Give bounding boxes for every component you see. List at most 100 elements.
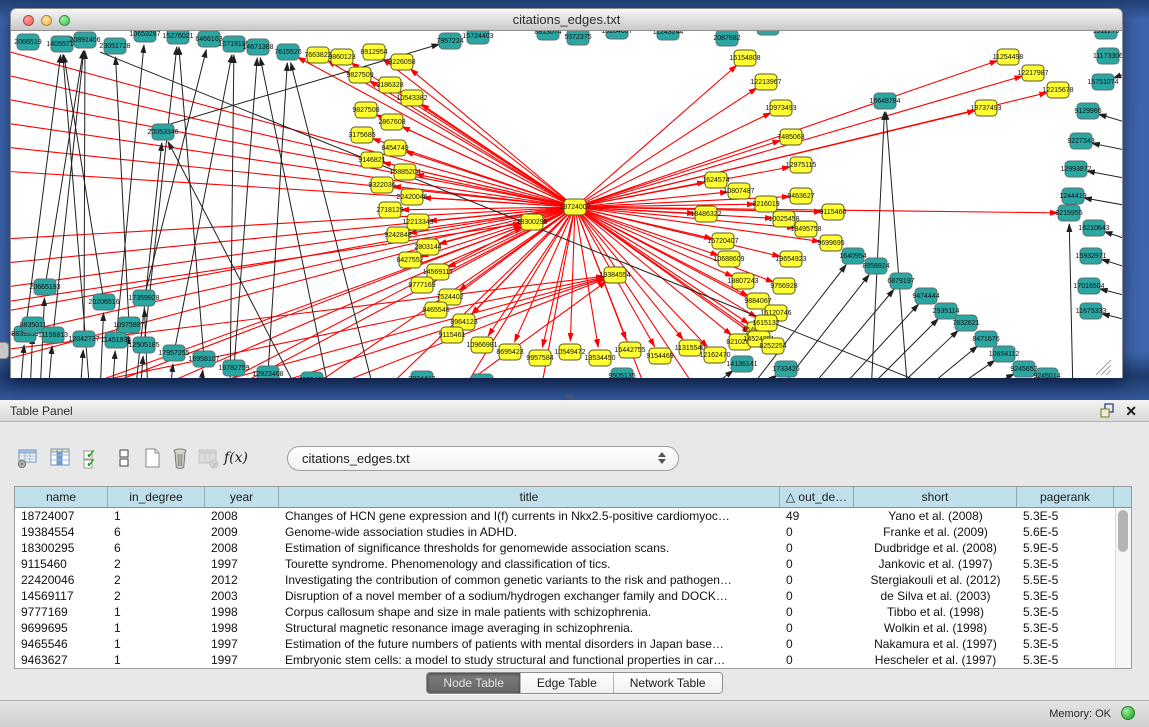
graph-node[interactable]: 17359928 (128, 290, 159, 306)
graph-node[interactable]: 15885204 (389, 164, 420, 180)
graph-node[interactable]: 18486322 (690, 206, 721, 222)
graph-node[interactable]: 9115460 (820, 204, 847, 220)
graph-node[interactable]: 9154469 (646, 348, 673, 364)
graph-node[interactable]: 11243244 (653, 31, 684, 40)
graph-node[interactable]: 19737493 (970, 100, 1001, 116)
table-cell[interactable]: Jankovic et al. (1997) (854, 556, 1017, 572)
table-cell[interactable]: 5.3E-5 (1017, 652, 1114, 668)
delete-table-button[interactable]: ✕ (194, 444, 222, 472)
graph-node[interactable]: 9115461 (439, 327, 466, 343)
graph-node[interactable]: 12993872 (1060, 161, 1091, 177)
graph-node[interactable]: 8958924 (862, 258, 889, 274)
graph-node[interactable]: 16648784 (869, 93, 900, 109)
graph-node[interactable]: 9474444 (912, 288, 939, 304)
table-cell[interactable]: Yano et al. (2008) (854, 508, 1017, 524)
table-cell[interactable]: 5.3E-5 (1017, 588, 1114, 604)
graph-node[interactable]: 19284607 (601, 31, 632, 39)
graph-node[interactable]: 1733426 (772, 361, 799, 377)
graph-node[interactable]: 2087682 (713, 31, 740, 46)
table-cell[interactable]: 2012 (205, 572, 279, 588)
create-column-button[interactable] (138, 444, 166, 472)
table-cell[interactable]: 22420046 (15, 572, 108, 588)
graph-node[interactable]: 10688609 (713, 251, 744, 267)
table-cell[interactable]: 0 (780, 540, 854, 556)
float-panel-icon[interactable] (1100, 403, 1115, 418)
graph-node[interactable]: 7632621 (952, 315, 979, 331)
graph-node[interactable]: 11675333 (1076, 303, 1107, 319)
graph-node[interactable]: 9146821 (358, 152, 385, 168)
table-cell[interactable]: Disruption of a novel member of a sodium… (279, 588, 780, 604)
tab-edge-table[interactable]: Edge Table (521, 673, 614, 693)
graph-node[interactable]: 15724403 (462, 31, 493, 44)
table-cell[interactable]: 2 (108, 588, 205, 604)
graph-node[interactable]: 10975887 (113, 317, 144, 333)
table-cell[interactable]: 0 (780, 636, 854, 652)
table-cell[interactable]: 0 (780, 620, 854, 636)
graph-node[interactable]: 2867608 (378, 114, 405, 130)
graph-node[interactable]: 9505135 (608, 368, 635, 378)
tab-node-table[interactable]: Node Table (427, 673, 521, 693)
table-row[interactable]: 946554611997Estimation of the future num… (15, 636, 1131, 652)
table-cell[interactable]: Hescheler et al. (1997) (854, 652, 1017, 668)
table-cell[interactable]: 6 (108, 540, 205, 556)
table-cell[interactable]: 9463627 (15, 652, 108, 668)
graph-node[interactable]: 2718129 (376, 202, 403, 218)
graph-node[interactable]: 15720407 (707, 233, 738, 249)
graph-node[interactable]: 18724007 (559, 199, 590, 215)
graph-node[interactable]: 9777169 (408, 277, 435, 293)
graph-node[interactable]: 15932971 (1075, 248, 1106, 264)
graph-node[interactable]: 14671388 (242, 39, 273, 55)
table-select-dropdown[interactable]: citations_edges.txt (287, 446, 679, 471)
table-cell[interactable]: Nakamura et al. (1997) (854, 636, 1017, 652)
graph-node[interactable]: 16154808 (729, 50, 760, 66)
table-cell[interactable]: 5.9E-5 (1017, 540, 1114, 556)
graph-node[interactable]: 8454749 (381, 140, 408, 156)
table-cell[interactable]: Estimation of the future numbers of pati… (279, 636, 780, 652)
column-header-in-degree[interactable]: in_degree (108, 487, 205, 507)
table-cell[interactable]: 1998 (205, 620, 279, 636)
table-cell[interactable]: 1 (108, 508, 205, 524)
graph-node[interactable]: 8186328 (376, 77, 403, 93)
graph-node[interactable]: 6879197 (887, 273, 914, 289)
graph-node[interactable]: 10543382 (396, 90, 427, 106)
table-row[interactable]: 977716911998Corpus callosum shape and si… (15, 604, 1131, 620)
table-cell[interactable]: 6 (108, 524, 205, 540)
table-cell[interactable]: Structural magnetic resonance image aver… (279, 620, 780, 636)
graph-node[interactable]: 9827509 (346, 67, 373, 83)
table-cell[interactable]: Dudbridge et al. (2008) (854, 540, 1017, 556)
table-cell[interactable]: de Silva et al. (2003) (854, 588, 1017, 604)
resize-grip-icon[interactable] (1101, 365, 1111, 375)
table-row[interactable]: 1938455462009Genome-wide association stu… (15, 524, 1131, 540)
vertical-scrollbar[interactable] (1115, 508, 1131, 668)
table-cell[interactable]: Investigating the contribution of common… (279, 572, 780, 588)
graph-node[interactable]: 17016504 (1073, 278, 1104, 294)
graph-node[interactable]: 1615132 (752, 315, 779, 331)
table-row[interactable]: 1830029562008Estimation of significance … (15, 540, 1131, 556)
table-cell[interactable]: 2 (108, 556, 205, 572)
graph-node[interactable]: 9756928 (770, 278, 797, 294)
graph-node[interactable]: 8471676 (972, 331, 999, 347)
graph-node[interactable]: 11254498 (993, 49, 1024, 65)
table-cell[interactable]: 1 (108, 636, 205, 652)
graph-node[interactable]: 1640954 (839, 248, 866, 264)
network-view-window[interactable]: citations_edges.txt 20665191405571420891… (10, 8, 1123, 378)
select-visible-columns-button[interactable]: ✓✓ (78, 444, 106, 472)
column-header-pagerank[interactable]: pagerank (1017, 487, 1114, 507)
table-cell[interactable]: 1 (108, 620, 205, 636)
graph-node[interactable]: 19245578 (752, 31, 783, 35)
graph-node[interactable]: 9957584 (526, 350, 553, 366)
graph-node[interactable]: 7957224 (436, 33, 463, 49)
graph-node[interactable]: 8252254 (759, 338, 786, 354)
table-row[interactable]: 1872400712008Changes of HCN gene express… (15, 508, 1131, 524)
graph-node[interactable]: 16782759 (218, 360, 249, 376)
table-cell[interactable]: 9699695 (15, 620, 108, 636)
table-row[interactable]: 1456911722003Disruption of a novel membe… (15, 588, 1131, 604)
table-cell[interactable]: Genome-wide association studies in ADHD. (279, 524, 780, 540)
graph-node[interactable]: 1624574 (702, 172, 729, 188)
graph-node[interactable]: 8427552 (396, 252, 423, 268)
table-cell[interactable]: 1997 (205, 556, 279, 572)
table-cell[interactable]: 18724007 (15, 508, 108, 524)
column-header-short[interactable]: short (854, 487, 1017, 507)
table-cell[interactable]: 1 (108, 604, 205, 620)
graph-node[interactable]: 11156813 (38, 327, 68, 343)
